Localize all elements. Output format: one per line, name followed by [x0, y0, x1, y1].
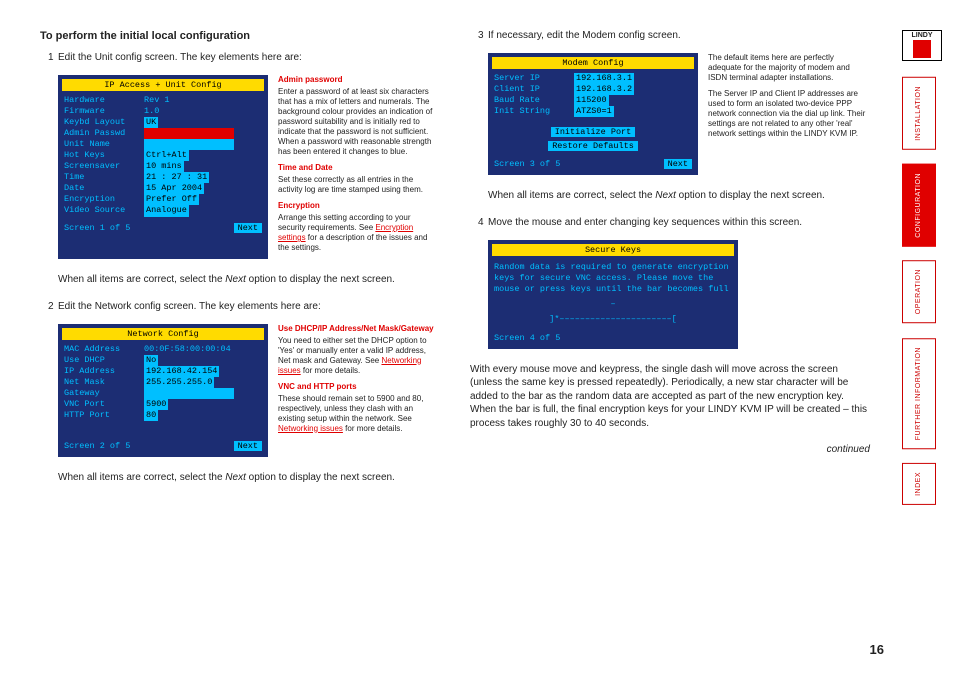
- nav-operation[interactable]: OPERATION: [902, 260, 936, 323]
- terminal-row: IP Address192.168.42.154: [58, 366, 268, 377]
- next-button[interactable]: Next: [234, 441, 262, 451]
- network-config-terminal: Network Config MAC Address00:0F:58:00:00…: [58, 324, 268, 457]
- next-button[interactable]: Next: [234, 223, 262, 233]
- modem-config-terminal: Modem Config Server IP192.168.3.1Client …: [488, 53, 698, 175]
- terminal-row: Gateway: [58, 388, 268, 399]
- terminal-row: Firmware1.0: [58, 106, 268, 117]
- nav-configuration[interactable]: CONFIGURATION: [902, 164, 936, 247]
- restore-defaults-button[interactable]: Restore Defaults: [548, 141, 638, 151]
- terminal-row: Baud Rate115200: [488, 95, 698, 106]
- terminal-row: Unit Name: [58, 139, 268, 150]
- terminal-row: Video SourceAnalogue: [58, 205, 268, 216]
- step-text: Edit the Unit config screen. The key ele…: [58, 52, 440, 63]
- initialize-port-button[interactable]: Initialize Port: [551, 127, 636, 137]
- nav-index[interactable]: INDEX: [902, 463, 936, 505]
- terminal-row: VNC Port5900: [58, 399, 268, 410]
- step-2: 2 Edit the Network config screen. The ke…: [40, 301, 440, 312]
- terminal-row: Date15 Apr 2004: [58, 183, 268, 194]
- page-title: To perform the initial local configurati…: [40, 30, 440, 42]
- nav-rail: LINDY INSTALLATION CONFIGURATION OPERATION…: [902, 30, 942, 519]
- terminal-row: Net Mask255.255.255.0: [58, 377, 268, 388]
- nav-further-information[interactable]: FURTHER INFORMATION: [902, 338, 936, 449]
- terminal-row: Init StringATZS0=1: [488, 106, 698, 117]
- terminal-row: Screensaver10 mins: [58, 161, 268, 172]
- step-1: 1 Edit the Unit config screen. The key e…: [40, 52, 440, 63]
- nav-installation[interactable]: INSTALLATION: [902, 77, 936, 150]
- terminal-row: MAC Address00:0F:58:00:00:04: [58, 344, 268, 355]
- terminal-row: HTTP Port80: [58, 410, 268, 421]
- terminal-row: HardwareRev 1: [58, 95, 268, 106]
- secure-keys-terminal: Secure Keys Random data is required to g…: [488, 240, 738, 349]
- unit-config-terminal: IP Access + Unit Config HardwareRev 1Fir…: [58, 75, 268, 259]
- continued-label: continued: [470, 444, 870, 455]
- terminal-row: Hot KeysCtrl+Alt: [58, 150, 268, 161]
- terminal-row: Time21 : 27 : 31: [58, 172, 268, 183]
- step-4: 4 Move the mouse and enter changing key …: [470, 217, 870, 228]
- side-notes-3: The default items here are perfectly ade…: [708, 53, 868, 175]
- lindy-logo: LINDY: [902, 30, 942, 61]
- screen-indicator: Screen 1 of 5: [64, 223, 130, 233]
- logo-square-icon: [913, 40, 931, 58]
- terminal-row: Admin Passwd: [58, 128, 268, 139]
- networking-issues-link[interactable]: Networking issues: [278, 424, 343, 433]
- left-column: To perform the initial local configurati…: [40, 30, 440, 498]
- instruction-text: With every mouse move and keypress, the …: [470, 363, 870, 431]
- step-3: 3 If necessary, edit the Modem config sc…: [470, 30, 870, 41]
- step-number: 1: [40, 52, 58, 63]
- page-number: 16: [870, 642, 884, 657]
- right-column: 3 If necessary, edit the Modem config sc…: [470, 30, 870, 498]
- terminal-row: Use DHCPNo: [58, 355, 268, 366]
- terminal-title: IP Access + Unit Config: [62, 79, 264, 91]
- instruction-text: When all items are correct, select the N…: [58, 273, 440, 287]
- terminal-row: EncryptionPrefer Off: [58, 194, 268, 205]
- side-notes-1: Admin password Enter a password of at le…: [278, 75, 438, 259]
- terminal-row: Server IP192.168.3.1: [488, 73, 698, 84]
- side-notes-2: Use DHCP/IP Address/Net Mask/Gateway You…: [278, 324, 438, 457]
- terminal-row: Keybd LayoutUK: [58, 117, 268, 128]
- terminal-row: Client IP192.168.3.2: [488, 84, 698, 95]
- next-button[interactable]: Next: [664, 159, 692, 169]
